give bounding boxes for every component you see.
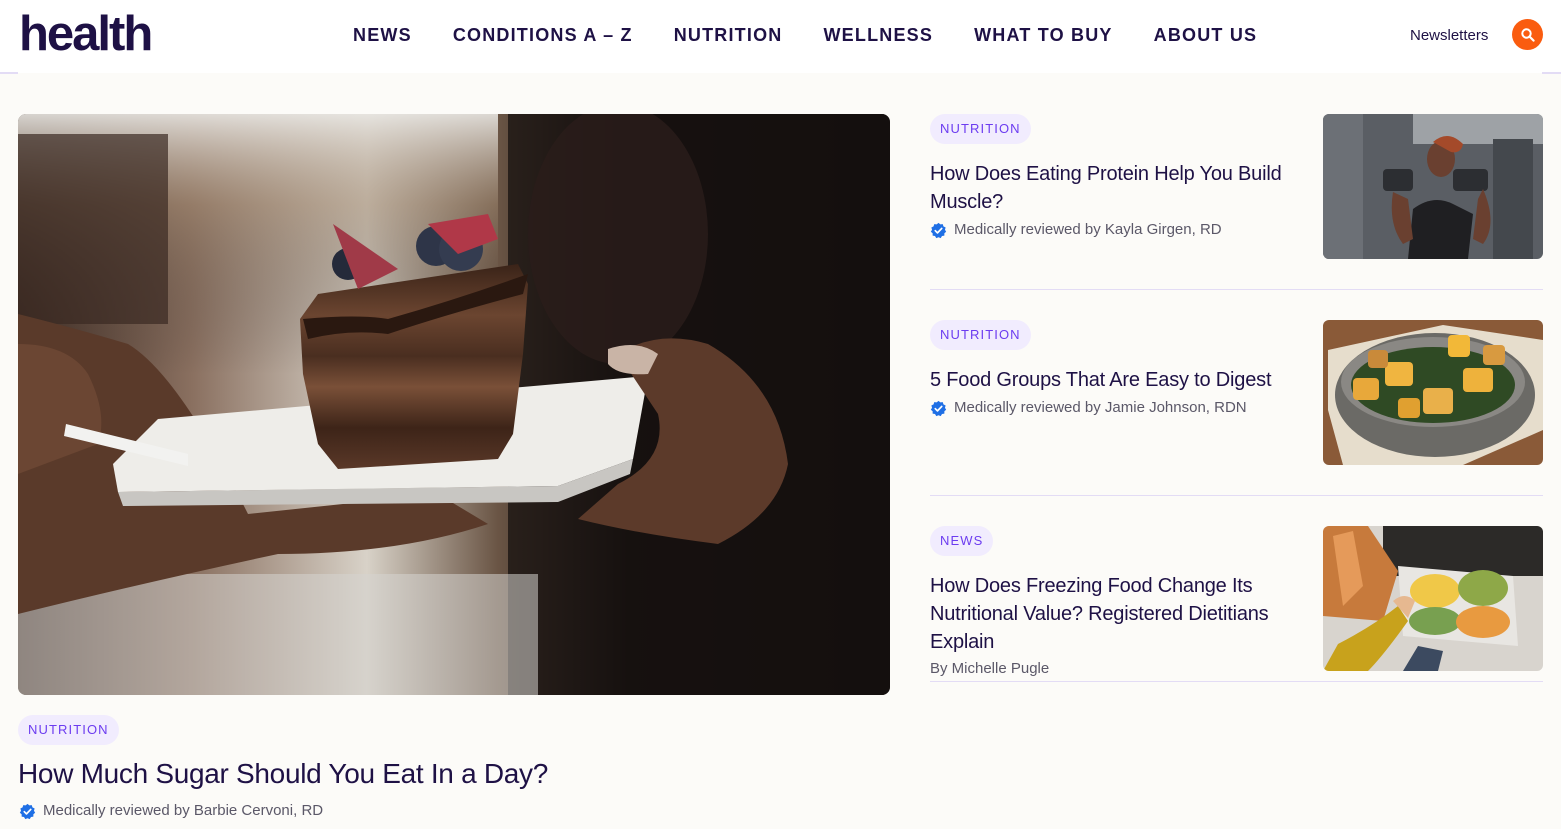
verified-badge-icon xyxy=(930,222,947,238)
nav-item-conditions[interactable]: CONDITIONS A – Z xyxy=(453,22,633,48)
article-card: NEWS How Does Freezing Food Change Its N… xyxy=(930,526,1543,682)
article-title[interactable]: How Does Freezing Food Change Its Nutrit… xyxy=(930,572,1300,656)
nav-item-wellness[interactable]: WELLNESS xyxy=(823,22,933,48)
search-button[interactable] xyxy=(1512,19,1543,50)
search-icon xyxy=(1520,27,1535,42)
hero-article-title[interactable]: How Much Sugar Should You Eat In a Day? xyxy=(18,756,548,792)
article-card: NUTRITION 5 Food Groups That Are Easy to… xyxy=(930,320,1543,496)
hero-category-tag[interactable]: NUTRITION xyxy=(18,715,119,745)
article-title[interactable]: How Does Eating Protein Help You Build M… xyxy=(930,160,1310,216)
gym-photo xyxy=(1323,114,1543,259)
verified-badge-icon xyxy=(19,803,36,819)
article-byline: Medically reviewed by Kayla Girgen, RD xyxy=(930,220,1222,240)
site-logo[interactable]: health xyxy=(19,6,153,62)
header-divider xyxy=(0,72,18,74)
byline-text: Medically reviewed by Jamie Johnson, RDN xyxy=(954,399,1247,416)
category-tag[interactable]: NUTRITION xyxy=(930,320,1031,350)
freezer-food-photo xyxy=(1323,526,1543,671)
article-card: NUTRITION How Does Eating Protein Help Y… xyxy=(930,114,1543,290)
article-byline: By Michelle Pugle xyxy=(930,660,1050,677)
header-divider xyxy=(1542,72,1561,74)
byline-text: Medically reviewed by Kayla Girgen, RD xyxy=(954,221,1222,238)
article-thumbnail[interactable] xyxy=(1323,526,1543,671)
hero-byline-text: Medically reviewed by Barbie Cervoni, RD xyxy=(43,802,324,819)
article-title[interactable]: 5 Food Groups That Are Easy to Digest xyxy=(930,366,1320,394)
article-byline: Medically reviewed by Jamie Johnson, RDN xyxy=(930,398,1247,418)
food-bowl-photo xyxy=(1323,320,1543,465)
newsletters-link[interactable]: Newsletters xyxy=(1410,26,1488,46)
hero-byline: Medically reviewed by Barbie Cervoni, RD xyxy=(19,801,323,821)
nav-item-news[interactable]: NEWS xyxy=(353,22,412,48)
cake-photo xyxy=(18,114,890,695)
nav-item-about-us[interactable]: ABOUT US xyxy=(1154,22,1258,48)
hero-image[interactable] xyxy=(18,114,890,695)
main-nav: NEWS CONDITIONS A – Z NUTRITION WELLNESS… xyxy=(353,22,1298,48)
article-thumbnail[interactable] xyxy=(1323,114,1543,259)
article-thumbnail[interactable] xyxy=(1323,320,1543,465)
category-tag[interactable]: NEWS xyxy=(930,526,994,556)
verified-badge-icon xyxy=(930,400,947,416)
category-tag[interactable]: NUTRITION xyxy=(930,114,1031,144)
site-header: health NEWS CONDITIONS A – Z NUTRITION W… xyxy=(0,0,1561,73)
nav-item-what-to-buy[interactable]: WHAT TO BUY xyxy=(974,22,1113,48)
nav-item-nutrition[interactable]: NUTRITION xyxy=(674,22,783,48)
